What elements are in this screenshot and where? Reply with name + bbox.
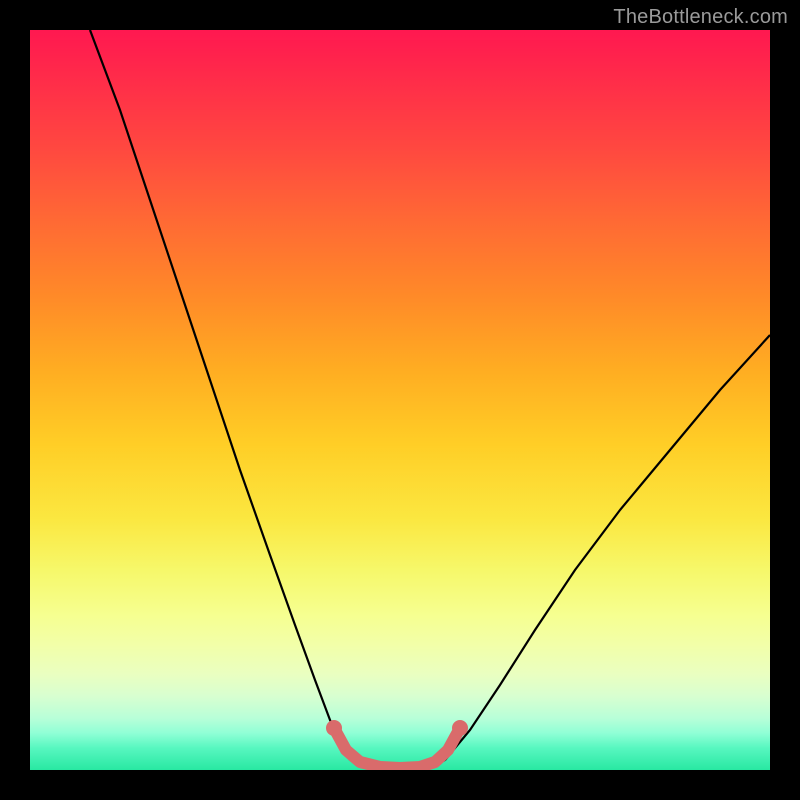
plot-area xyxy=(30,30,770,770)
left-curve xyxy=(90,30,350,760)
valley-highlight-dot-left-icon xyxy=(326,720,342,736)
right-curve xyxy=(445,335,770,760)
chart-frame: TheBottleneck.com xyxy=(0,0,800,800)
valley-highlight xyxy=(334,728,460,768)
curve-layer xyxy=(30,30,770,770)
valley-highlight-dot-right-icon xyxy=(452,720,468,736)
watermark-text: TheBottleneck.com xyxy=(613,6,788,29)
